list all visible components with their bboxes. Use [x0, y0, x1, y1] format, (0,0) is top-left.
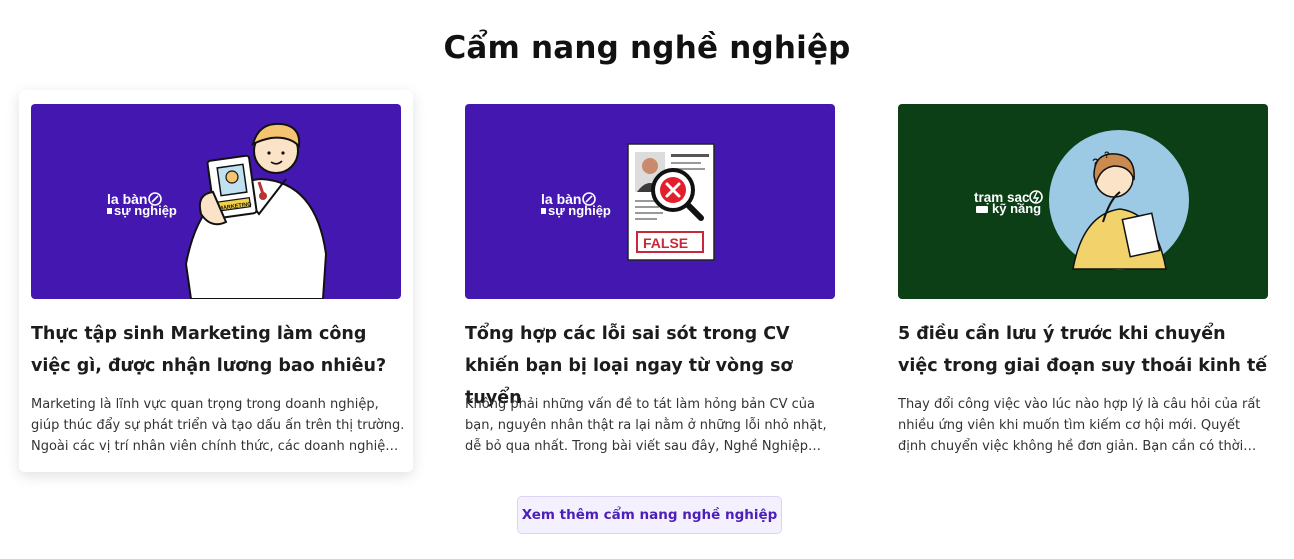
article-card[interactable]: la bàn sự nghiệp MARKETING Thực tập sinh… [19, 90, 413, 472]
svg-text:FALSE: FALSE [643, 235, 688, 251]
article-card[interactable]: la bàn sự nghiệp FALSE Tổng hợp các lỗi … [453, 90, 847, 472]
article-title[interactable]: Thực tập sinh Marketing làm công việc gì… [31, 318, 403, 382]
tram-sac-ky-nang-logo: trạm sạc kỹ năng [974, 190, 1043, 216]
svg-text:sự nghiệp: sự nghiệp [548, 203, 611, 218]
svg-text:?: ? [1104, 150, 1110, 160]
thinking-woman-figure: ? ? [1049, 130, 1189, 270]
marketing-intern-illustration: la bàn sự nghiệp MARKETING [31, 104, 401, 299]
view-more-button[interactable]: Xem thêm cẩm nang nghề nghiệp [517, 496, 782, 534]
article-excerpt: Không phải những vấn đề to tát làm hỏng … [465, 397, 827, 454]
article-excerpt: Marketing là lĩnh vực quan trọng trong d… [31, 397, 405, 454]
article-thumbnail[interactable]: la bàn sự nghiệp MARKETING [31, 104, 401, 299]
svg-text:kỹ năng: kỹ năng [992, 201, 1041, 216]
cv-error-illustration: la bàn sự nghiệp FALSE [465, 104, 835, 299]
article-thumbnail[interactable]: la bàn sự nghiệp FALSE [465, 104, 835, 299]
thinking-woman-illustration: trạm sạc kỹ năng ? ? [898, 104, 1268, 299]
article-card[interactable]: trạm sạc kỹ năng ? ? 5 điều cần lưu ý tr… [886, 90, 1280, 472]
article-title[interactable]: 5 điều cần lưu ý trước khi chuyển việc t… [898, 318, 1270, 382]
section-title: Cẩm nang nghề nghiệp [443, 30, 851, 66]
svg-text:?: ? [1092, 157, 1099, 169]
article-thumbnail[interactable]: trạm sạc kỹ năng ? ? [898, 104, 1268, 299]
svg-text:sự nghiệp: sự nghiệp [114, 203, 177, 218]
article-excerpt: Thay đổi công việc vào lúc nào hợp lý là… [898, 397, 1261, 454]
